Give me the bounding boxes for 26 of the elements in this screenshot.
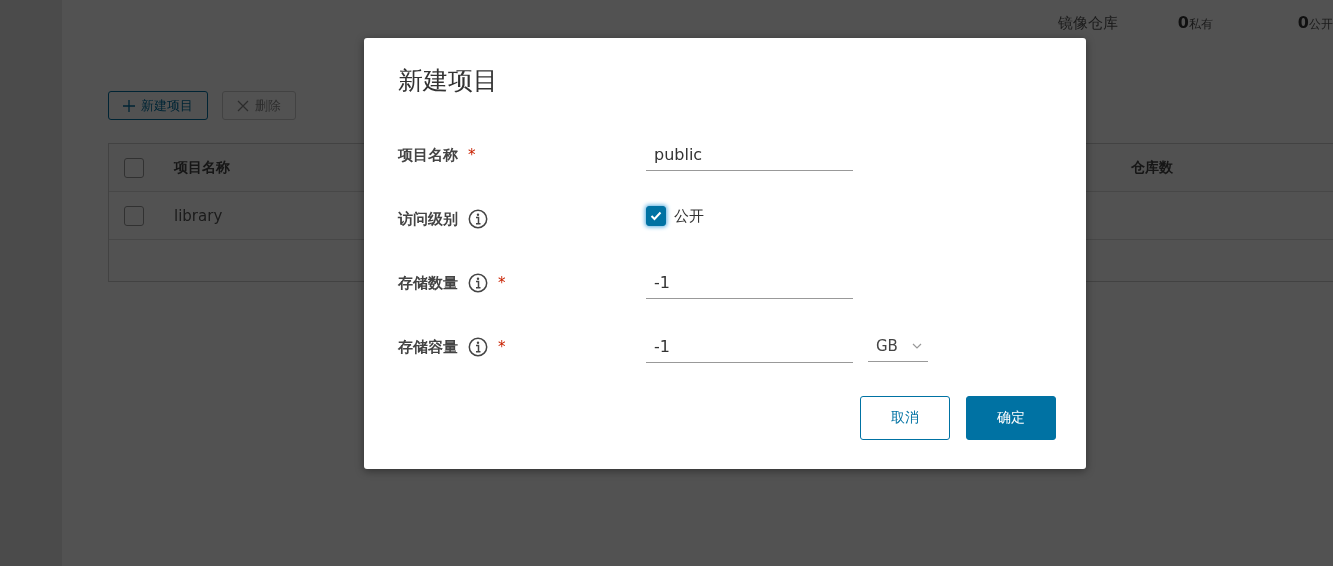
unit-select[interactable]: GB bbox=[868, 332, 928, 362]
confirm-button[interactable]: 确定 bbox=[966, 396, 1056, 440]
column-header: 仓库数 bbox=[1131, 158, 1173, 177]
dialog-title: 新建项目 bbox=[398, 65, 498, 97]
checkbox[interactable] bbox=[646, 206, 666, 226]
field-label: 存储容量 bbox=[398, 337, 458, 357]
info-icon[interactable] bbox=[468, 337, 488, 357]
close-icon bbox=[237, 99, 249, 112]
required-mark: * bbox=[498, 274, 506, 292]
checkbox[interactable] bbox=[124, 157, 144, 178]
cancel-button[interactable]: 取消 bbox=[860, 396, 950, 440]
field-label: 存储数量 bbox=[398, 273, 458, 293]
field-label: 项目名称 bbox=[398, 145, 458, 165]
field-label: 访问级别 bbox=[398, 209, 458, 229]
check-icon bbox=[650, 211, 662, 221]
chevron-down-icon bbox=[912, 343, 922, 349]
required-mark: * bbox=[498, 338, 506, 356]
plus-icon bbox=[123, 99, 135, 112]
stat-count: 0 bbox=[1177, 13, 1189, 32]
checkbox[interactable] bbox=[124, 205, 144, 226]
checkbox-label: 公开 bbox=[674, 206, 704, 226]
column-header: 项目名称 bbox=[174, 158, 230, 177]
info-icon[interactable] bbox=[468, 273, 488, 293]
required-mark: * bbox=[468, 146, 476, 164]
stat-count: 0 bbox=[1297, 13, 1309, 32]
info-icon[interactable] bbox=[468, 209, 488, 229]
